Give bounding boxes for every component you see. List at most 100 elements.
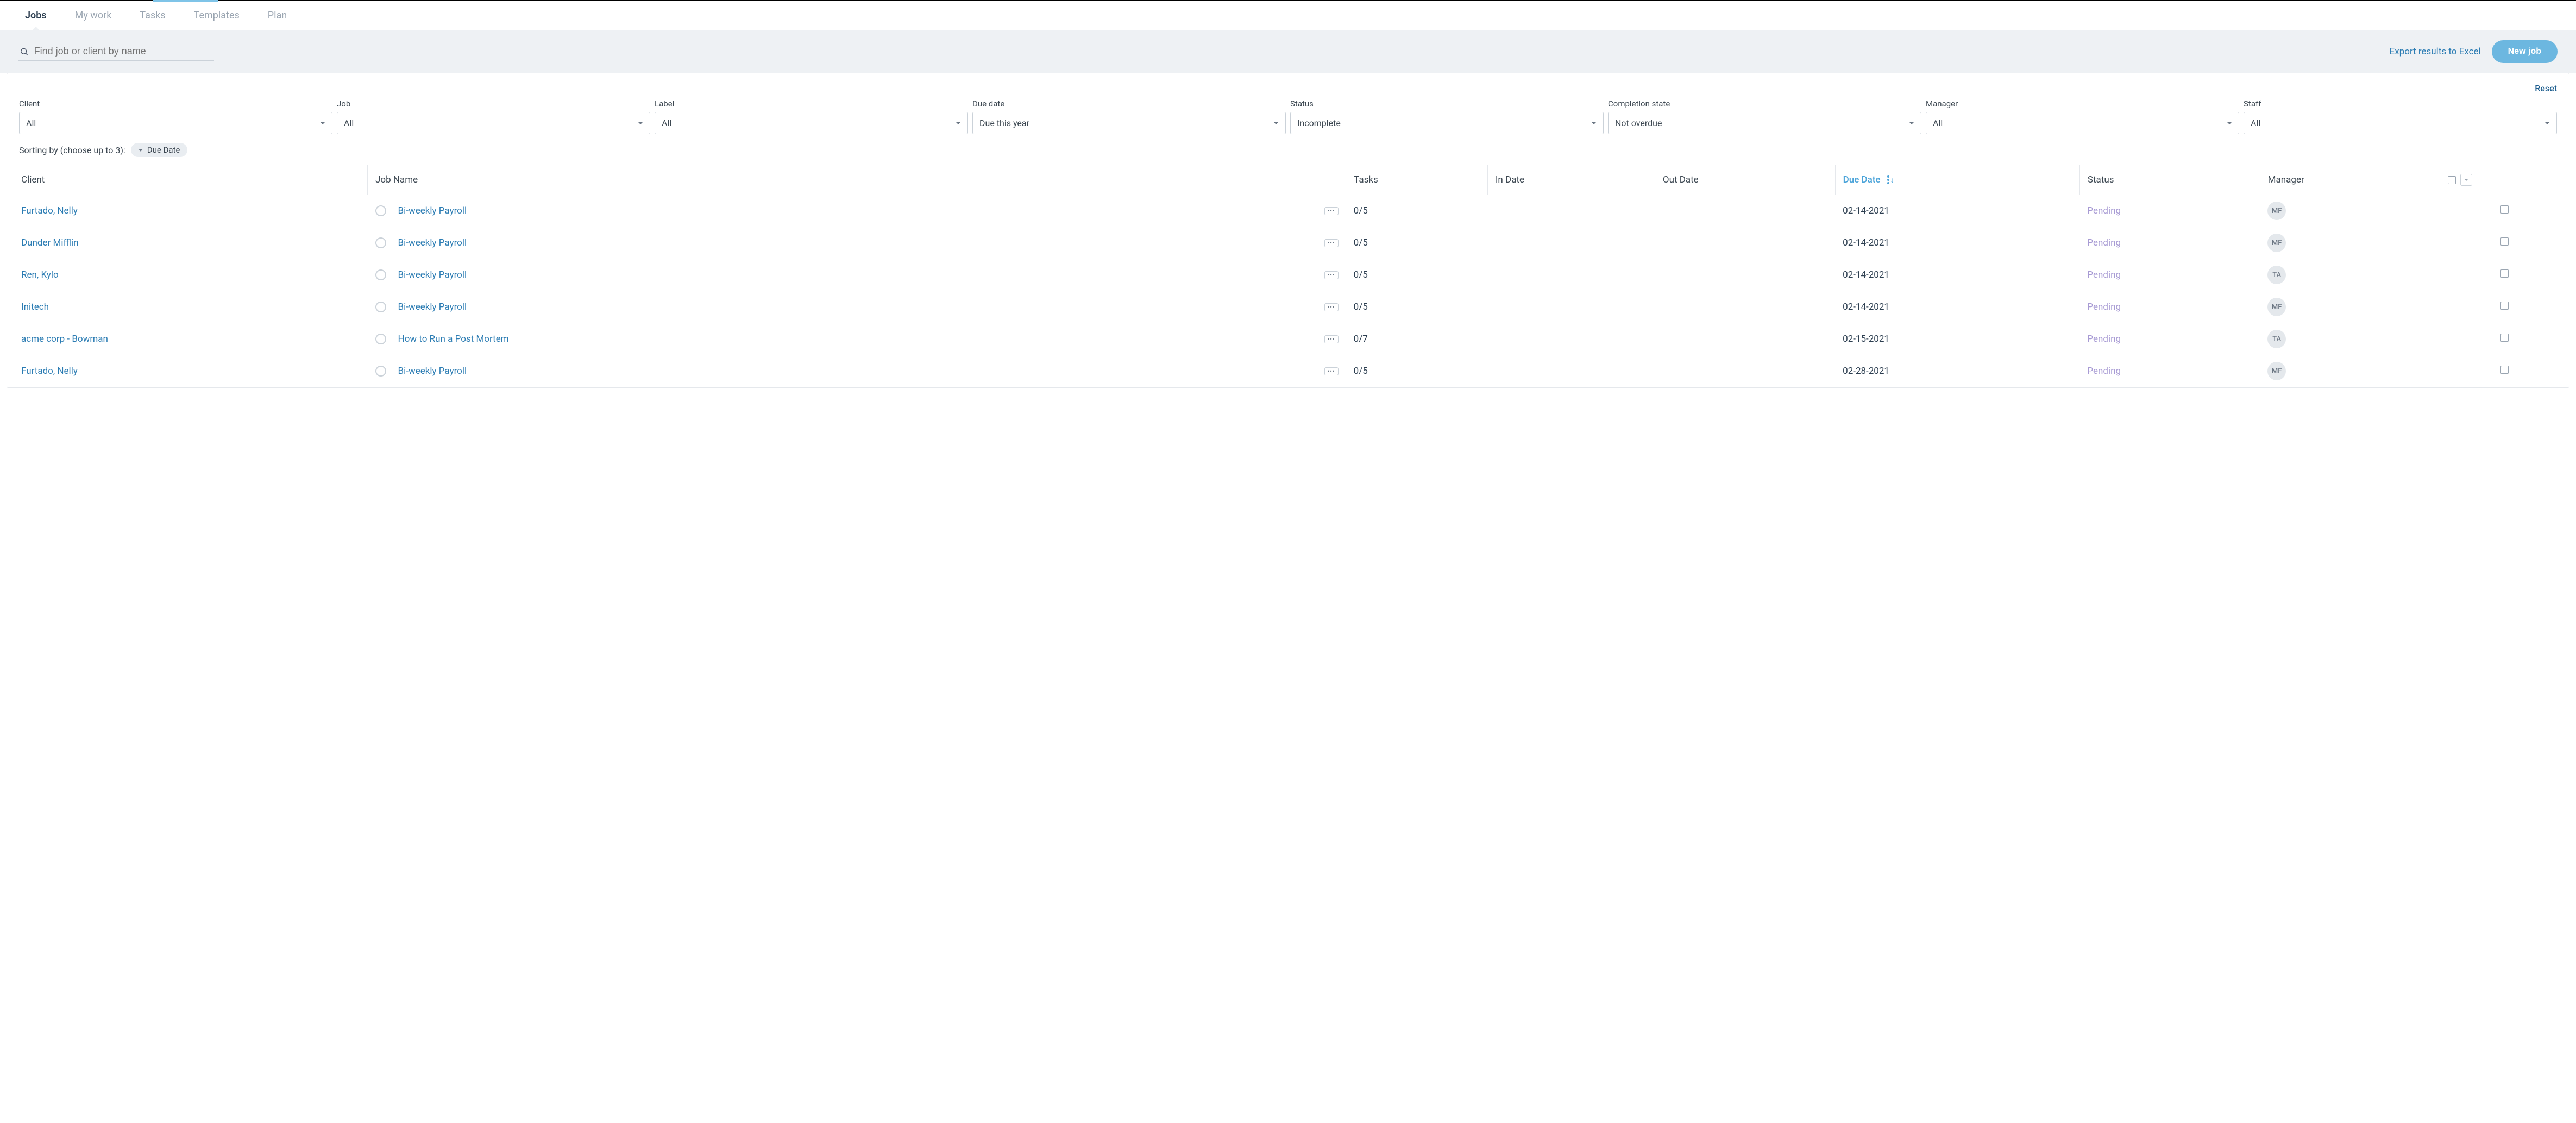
filter-select-staff[interactable]: All [2244, 112, 2557, 134]
row-checkbox[interactable] [2500, 302, 2509, 310]
client-link[interactable]: Furtado, Nelly [21, 366, 78, 377]
chevron-down-icon [2464, 179, 2468, 181]
avatar[interactable]: MF [2267, 234, 2286, 252]
search-wrap [18, 42, 214, 61]
chevron-down-icon [956, 122, 961, 124]
client-link[interactable]: Dunder Mifflin [21, 237, 79, 248]
filter-select-due-date[interactable]: Due this year [972, 112, 1286, 134]
jobname-link[interactable]: How to Run a Post Mortem [398, 334, 509, 344]
jobname-link[interactable]: Bi-weekly Payroll [398, 237, 467, 248]
filter-value: All [344, 118, 354, 128]
chevron-down-icon [1273, 122, 1279, 124]
avatar[interactable]: MF [2267, 362, 2286, 380]
more-icon[interactable]: ••• [1324, 367, 1339, 375]
reset-link[interactable]: Reset [2535, 83, 2557, 93]
client-link[interactable]: acme corp - Bowman [21, 334, 108, 344]
filter-select-job[interactable]: All [337, 112, 650, 134]
filter-select-client[interactable]: All [19, 112, 332, 134]
filter-value: All [26, 118, 36, 128]
th-client[interactable]: Client [7, 165, 368, 195]
row-checkbox[interactable] [2500, 205, 2509, 214]
outdate-cell [1655, 227, 1835, 259]
avatar[interactable]: TA [2267, 266, 2286, 284]
row-checkbox[interactable] [2500, 366, 2509, 374]
avatar[interactable]: TA [2267, 330, 2286, 348]
indate-cell [1487, 291, 1655, 323]
indate-cell [1487, 259, 1655, 291]
new-job-button[interactable]: New job [2492, 40, 2558, 63]
select-dropdown[interactable] [2460, 174, 2472, 186]
th-duedate[interactable]: Due Date ↓ [1835, 165, 2079, 195]
filter-manager: ManagerAll [1926, 99, 2239, 134]
table-row: acme corp - Bowman How to Run a Post Mort… [7, 323, 2569, 355]
export-link[interactable]: Export results to Excel [2390, 46, 2481, 57]
client-link[interactable]: Furtado, Nelly [21, 205, 78, 216]
filter-label: Label [655, 99, 968, 109]
filter-select-manager[interactable]: All [1926, 112, 2239, 134]
th-status[interactable]: Status [2079, 165, 2260, 195]
sort-chip-label: Due Date [147, 145, 180, 155]
th-jobname[interactable]: Job Name [368, 165, 1346, 195]
avatar[interactable]: MF [2267, 202, 2286, 220]
nav-tab-plan[interactable]: Plan [254, 1, 301, 30]
th-tasks[interactable]: Tasks [1346, 165, 1488, 195]
outdate-cell [1655, 355, 1835, 387]
row-checkbox[interactable] [2500, 334, 2509, 342]
row-checkbox[interactable] [2500, 269, 2509, 278]
job-complete-toggle[interactable] [375, 366, 386, 377]
filter-client: ClientAll [19, 99, 332, 134]
nav-tab-tasks[interactable]: Tasks [125, 1, 179, 30]
client-link[interactable]: Ren, Kylo [21, 269, 59, 280]
filter-value: All [1933, 118, 1943, 128]
jobname-link[interactable]: Bi-weekly Payroll [398, 269, 467, 280]
th-manager[interactable]: Manager [2260, 165, 2440, 195]
nav-tab-templates[interactable]: Templates [180, 1, 254, 30]
jobname-link[interactable]: Bi-weekly Payroll [398, 302, 467, 312]
outdate-cell [1655, 291, 1835, 323]
nav-tab-my-work[interactable]: My work [61, 1, 126, 30]
chevron-down-icon [139, 149, 143, 152]
more-icon[interactable]: ••• [1324, 271, 1339, 279]
row-checkbox[interactable] [2500, 237, 2509, 246]
chevron-down-icon [2544, 122, 2550, 124]
nav-tab-jobs[interactable]: Jobs [11, 1, 61, 30]
search-icon [20, 47, 29, 57]
more-icon[interactable]: ••• [1324, 303, 1339, 311]
status-badge: Pending [2087, 269, 2121, 280]
filter-select-completion-state[interactable]: Not overdue [1608, 112, 1921, 134]
filter-label: Job [337, 99, 650, 109]
search-input[interactable] [34, 46, 213, 57]
outdate-cell [1655, 323, 1835, 355]
job-complete-toggle[interactable] [375, 302, 386, 312]
filter-select-status[interactable]: Incomplete [1290, 112, 1604, 134]
status-badge: Pending [2087, 205, 2121, 216]
tasks-cell: 0/5 [1346, 195, 1488, 227]
client-link[interactable]: Initech [21, 302, 49, 312]
more-icon[interactable]: ••• [1324, 335, 1339, 343]
jobname-link[interactable]: Bi-weekly Payroll [398, 205, 467, 216]
job-complete-toggle[interactable] [375, 237, 386, 248]
select-all-checkbox[interactable] [2448, 176, 2456, 184]
filter-value: Due this year [979, 118, 1029, 128]
th-duedate-label: Due Date [1843, 174, 1881, 185]
filter-bar: Reset ClientAllJobAllLabelAllDue dateDue… [7, 73, 2569, 134]
sort-icon: ↓ [1887, 175, 1894, 185]
job-complete-toggle[interactable] [375, 334, 386, 344]
tasks-cell: 0/7 [1346, 323, 1488, 355]
duedate-cell: 02-14-2021 [1835, 227, 2079, 259]
sorting-prefix: Sorting by (choose up to 3): [19, 145, 125, 155]
duedate-cell: 02-14-2021 [1835, 195, 2079, 227]
more-icon[interactable]: ••• [1324, 207, 1339, 215]
th-indate[interactable]: In Date [1487, 165, 1655, 195]
chevron-down-icon [1909, 122, 1914, 124]
sort-chip[interactable]: Due Date [131, 143, 188, 157]
jobname-link[interactable]: Bi-weekly Payroll [398, 366, 467, 377]
jobs-table: Client Job Name Tasks In Date Out Date D… [7, 165, 2569, 387]
avatar[interactable]: MF [2267, 298, 2286, 316]
filter-select-label[interactable]: All [655, 112, 968, 134]
job-complete-toggle[interactable] [375, 269, 386, 280]
th-outdate[interactable]: Out Date [1655, 165, 1835, 195]
tasks-cell: 0/5 [1346, 291, 1488, 323]
job-complete-toggle[interactable] [375, 205, 386, 216]
more-icon[interactable]: ••• [1324, 239, 1339, 247]
